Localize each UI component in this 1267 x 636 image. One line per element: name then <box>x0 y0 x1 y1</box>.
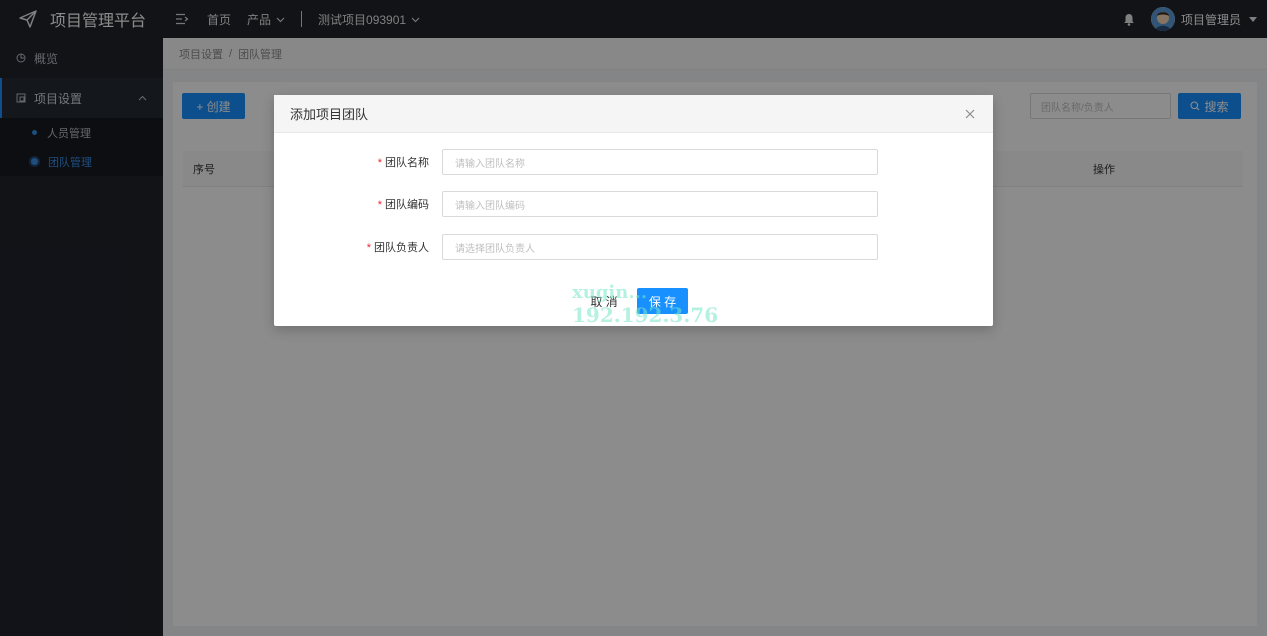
watermark-line2: 192.192.3.76 <box>572 303 719 327</box>
team-leader-select[interactable]: 请选择团队负责人 <box>442 234 878 260</box>
team-leader-label: * 团队负责人 <box>274 239 442 255</box>
watermark-line1: xugin... <box>572 282 648 303</box>
form-row-team-code: * 团队编码 请输入团队编码 <box>274 191 993 217</box>
required-mark: * <box>377 157 382 169</box>
team-code-label-text: 团队编码 <box>385 199 429 211</box>
required-mark: * <box>377 199 382 211</box>
form-row-team-leader: * 团队负责人 请选择团队负责人 <box>274 234 993 260</box>
team-code-label: * 团队编码 <box>274 196 442 212</box>
form-row-team-name: * 团队名称 请输入团队名称 <box>274 149 993 175</box>
team-name-label-text: 团队名称 <box>385 157 429 169</box>
team-name-input[interactable]: 请输入团队名称 <box>442 149 878 175</box>
close-icon[interactable] <box>965 109 975 119</box>
modal-header: 添加项目团队 <box>274 95 993 133</box>
team-code-input[interactable]: 请输入团队编码 <box>442 191 878 217</box>
required-mark: * <box>366 242 371 254</box>
team-name-label: * 团队名称 <box>274 154 442 170</box>
modal-title: 添加项目团队 <box>290 107 369 122</box>
team-leader-label-text: 团队负责人 <box>374 242 429 254</box>
watermark: xugin... 192.192.3.76 <box>572 282 718 326</box>
